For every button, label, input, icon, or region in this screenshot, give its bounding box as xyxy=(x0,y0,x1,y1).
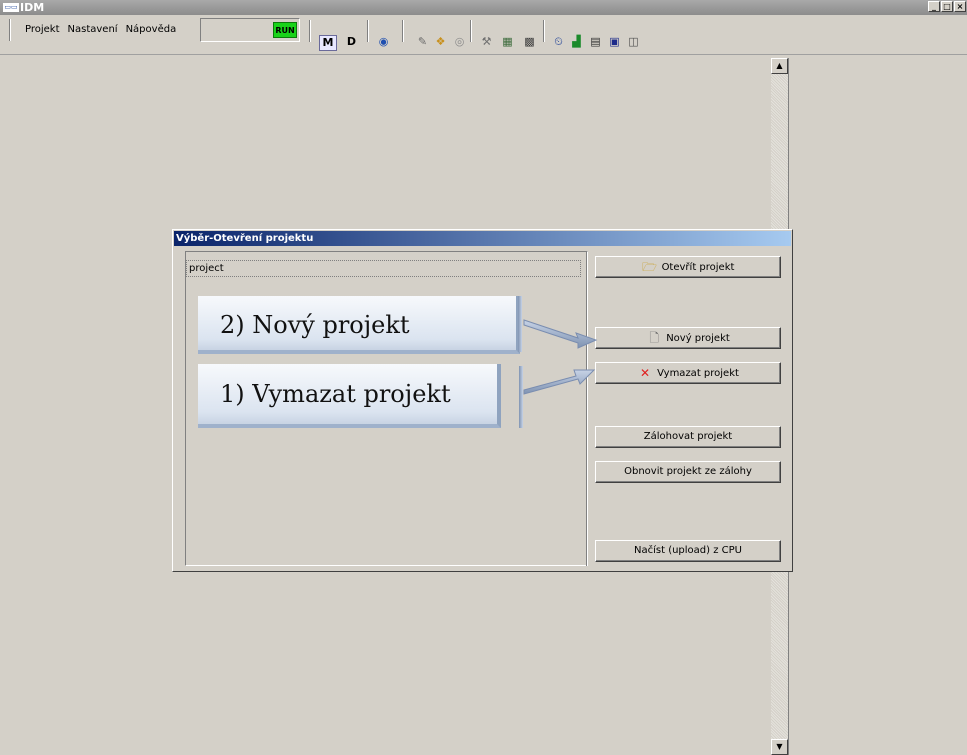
folder-open-icon: 🗁 xyxy=(642,260,657,274)
toolbar-grip xyxy=(9,19,11,41)
d-button[interactable]: D xyxy=(344,35,359,49)
menu-projekt[interactable]: Projekt xyxy=(21,20,64,40)
document-icon[interactable]: ▤ xyxy=(588,35,603,49)
timer-icon[interactable]: ⏲ xyxy=(551,35,566,49)
backup-project-button[interactable]: Zálohovat projekt xyxy=(595,426,781,448)
close-button[interactable]: × xyxy=(954,1,966,12)
dialog-title: Výběr-Otevření projektu xyxy=(174,231,791,246)
open-project-label: Otevřít projekt xyxy=(661,262,735,273)
scroll-up-button[interactable]: ▲ xyxy=(771,58,788,74)
minimize-button[interactable]: _ xyxy=(928,1,940,12)
plug-icon[interactable]: ✎ xyxy=(415,35,430,49)
run-status-box: RUN xyxy=(200,18,300,42)
tools-icon[interactable]: ⚒ xyxy=(479,35,494,49)
network-icon[interactable]: ▩ xyxy=(522,35,537,49)
toolbar-separator xyxy=(402,20,404,42)
chip-icon[interactable]: ▦ xyxy=(500,35,515,49)
download-icon[interactable]: ❖ xyxy=(433,35,448,49)
monitor-icon[interactable]: ▣ xyxy=(607,35,622,49)
target-icon[interactable]: ◎ xyxy=(452,35,467,49)
arrow-to-delete-project xyxy=(523,369,596,395)
window-icon[interactable]: ◫ xyxy=(626,35,641,49)
project-combo[interactable]: project xyxy=(186,260,581,277)
annotation-new-project: 2) Nový projekt xyxy=(198,296,520,354)
annotation-arrows xyxy=(523,319,598,395)
toolbar-separator xyxy=(367,20,369,42)
delete-x-icon: ✕ xyxy=(640,366,651,380)
menu-nastaveni[interactable]: Nastavení xyxy=(64,20,122,40)
toolbar-separator xyxy=(309,20,311,42)
delete-project-button[interactable]: ✕ Vymazat projekt xyxy=(595,362,781,384)
app-logo: ▭▭ xyxy=(3,3,19,12)
toolbar-separator xyxy=(470,20,472,42)
title-bar: ▭▭ IDM _ □ × xyxy=(0,0,967,15)
menu-napoveda[interactable]: Nápověda xyxy=(122,20,181,40)
maximize-button[interactable]: □ xyxy=(941,1,953,12)
right-panel xyxy=(788,58,967,755)
scroll-down-button[interactable]: ▼ xyxy=(771,739,788,755)
upload-cpu-button[interactable]: Načíst (upload) z CPU xyxy=(595,540,781,562)
new-project-label: Nový projekt xyxy=(666,333,730,344)
window-title: IDM xyxy=(20,1,45,14)
annotation-new-text: 2) Nový projekt xyxy=(220,311,410,339)
run-button[interactable]: RUN xyxy=(273,22,297,38)
new-project-button[interactable]: 🗋 Nový projekt xyxy=(595,327,781,349)
globe-icon[interactable]: ◉ xyxy=(376,35,391,49)
new-document-icon: 🗋 xyxy=(649,331,660,345)
menu-bar: Projekt Nastavení Nápověda xyxy=(13,20,180,40)
annotation-delete-project: 1) Vymazat projekt xyxy=(198,364,501,428)
menu-toolbar: Projekt Nastavení Nápověda RUN M D ◉ ✎ ❖… xyxy=(0,15,967,55)
open-project-button[interactable]: 🗁 Otevřít projekt xyxy=(595,256,781,278)
m-button[interactable]: M xyxy=(319,35,337,51)
annotation-delete-text: 1) Vymazat projekt xyxy=(220,380,451,408)
arrow-to-new-project xyxy=(523,319,598,349)
delete-project-label: Vymazat projekt xyxy=(657,368,739,379)
toolbar-separator xyxy=(543,20,545,42)
chart-icon[interactable]: ▟ xyxy=(569,35,584,49)
restore-project-button[interactable]: Obnovit projekt ze zálohy xyxy=(595,461,781,483)
panel-divider xyxy=(586,252,588,566)
